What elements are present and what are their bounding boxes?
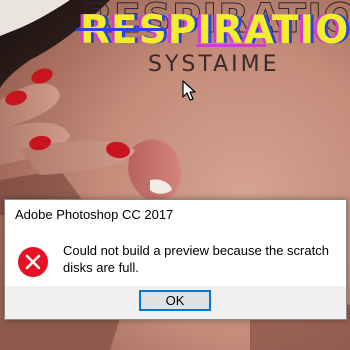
screenshot: RESPIRATION RESPIRATION SYSTAIME Adobe P… <box>0 0 350 350</box>
error-dialog: Adobe Photoshop CC 2017 Could not build … <box>4 199 347 320</box>
error-icon <box>18 247 48 277</box>
glitch-bar <box>76 28 166 31</box>
dialog-footer: OK <box>5 286 346 319</box>
ok-button[interactable]: OK <box>139 290 211 311</box>
artwork-subtitle: SYSTAIME <box>148 52 280 77</box>
dialog-title: Adobe Photoshop CC 2017 <box>15 207 174 222</box>
glitch-bar <box>196 44 266 47</box>
dialog-message: Could not build a preview because the sc… <box>63 243 329 275</box>
mouse-cursor-icon <box>182 80 196 101</box>
